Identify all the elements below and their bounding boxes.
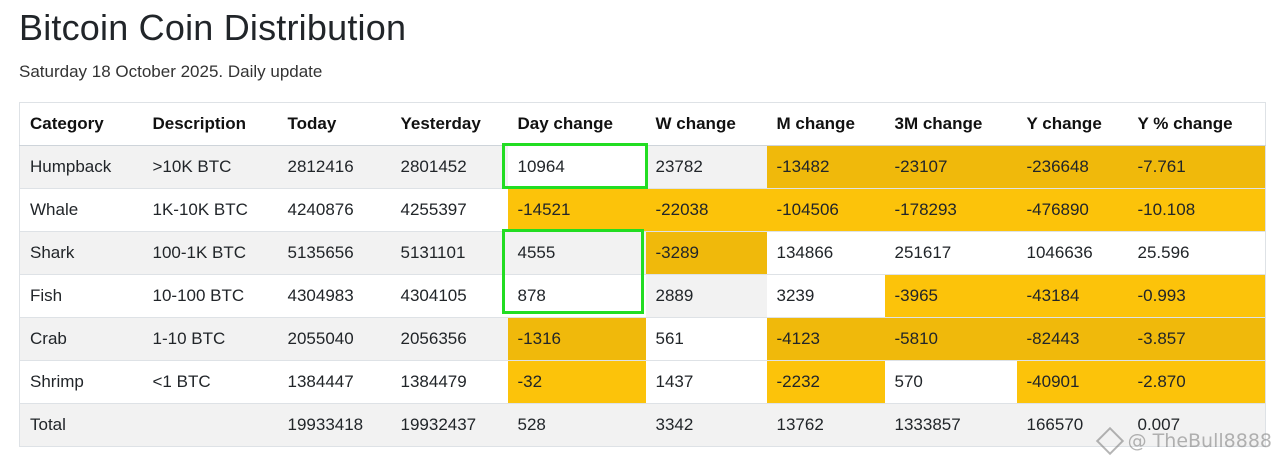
page-subtitle: Saturday 18 October 2025. Daily update xyxy=(19,62,323,81)
page-title: Bitcoin Coin Distribution xyxy=(19,7,407,48)
table-cell: 1-10 BTC xyxy=(142,317,278,361)
table-cell: 5135656 xyxy=(277,231,391,275)
table-cell xyxy=(142,403,278,447)
header-m-change: M change xyxy=(766,102,885,146)
table-cell: <1 BTC xyxy=(142,360,278,404)
table-cell: 251617 xyxy=(884,231,1017,275)
table-cell: 1046636 xyxy=(1016,231,1128,275)
header-today: Today xyxy=(277,102,391,146)
table-cell: 4255397 xyxy=(390,188,508,232)
distribution-table: Category Description Today Yesterday Day… xyxy=(19,102,1266,447)
table-row-whale: Whale 1K-10K BTC 4240876 4255397 -14521 … xyxy=(19,188,1266,232)
table-cell: -4123 xyxy=(766,317,885,361)
table-cell: Crab xyxy=(19,317,143,361)
table-cell: -476890 xyxy=(1016,188,1128,232)
table-cell: 2889 xyxy=(645,274,767,318)
table-cell: -10.108 xyxy=(1127,188,1266,232)
header-day-change: Day change xyxy=(507,102,646,146)
table-cell: 4304983 xyxy=(277,274,391,318)
table-cell: 10-100 BTC xyxy=(142,274,278,318)
table-cell: 25.596 xyxy=(1127,231,1266,275)
table-cell: 134866 xyxy=(766,231,885,275)
table-cell: -22038 xyxy=(645,188,767,232)
table-cell: 2812416 xyxy=(277,145,391,189)
table-row-humpback: Humpback >10K BTC 2812416 2801452 10964 … xyxy=(19,145,1266,189)
table-cell: -2232 xyxy=(766,360,885,404)
table-row-shrimp: Shrimp <1 BTC 1384447 1384479 -32 1437 -… xyxy=(19,360,1266,404)
table-cell: -13482 xyxy=(766,145,885,189)
table-cell: 1437 xyxy=(645,360,767,404)
table-cell: 1K-10K BTC xyxy=(142,188,278,232)
watermark-text: @ TheBull8888 xyxy=(1127,430,1272,452)
table-cell: 100-1K BTC xyxy=(142,231,278,275)
table-cell: 10964 xyxy=(507,145,646,189)
table-cell: -43184 xyxy=(1016,274,1128,318)
table-cell: 23782 xyxy=(645,145,767,189)
table-cell: -82443 xyxy=(1016,317,1128,361)
table-row-total: Total 19933418 19932437 528 3342 13762 1… xyxy=(19,403,1266,447)
diamond-logo-icon xyxy=(1095,426,1124,456)
header-3m-change: 3M change xyxy=(884,102,1017,146)
table-cell: Total xyxy=(19,403,143,447)
table-cell: -23107 xyxy=(884,145,1017,189)
table-cell: -0.993 xyxy=(1127,274,1266,318)
table-cell: Whale xyxy=(19,188,143,232)
table-cell: -1316 xyxy=(507,317,646,361)
table-cell: 4304105 xyxy=(390,274,508,318)
table-cell: -236648 xyxy=(1016,145,1128,189)
table-cell: 1384479 xyxy=(390,360,508,404)
header-y-change: Y change xyxy=(1016,102,1128,146)
table-cell: 4240876 xyxy=(277,188,391,232)
table-cell: -2.870 xyxy=(1127,360,1266,404)
table-cell: 19932437 xyxy=(390,403,508,447)
table-cell: 561 xyxy=(645,317,767,361)
table-cell: 528 xyxy=(507,403,646,447)
table-row-shark: Shark 100-1K BTC 5135656 5131101 4555 -3… xyxy=(19,231,1266,275)
table-cell: 5131101 xyxy=(390,231,508,275)
table-cell: 4555 xyxy=(507,231,646,275)
header-y-pct-change: Y % change xyxy=(1127,102,1266,146)
table-cell: -7.761 xyxy=(1127,145,1266,189)
table-cell: -14521 xyxy=(507,188,646,232)
table-cell: Humpback xyxy=(19,145,143,189)
table-cell: 1333857 xyxy=(884,403,1017,447)
distribution-table-container: Category Description Today Yesterday Day… xyxy=(19,102,1266,447)
table-row-crab: Crab 1-10 BTC 2055040 2056356 -1316 561 … xyxy=(19,317,1266,361)
table-row-fish: Fish 10-100 BTC 4304983 4304105 878 2889… xyxy=(19,274,1266,318)
table-cell: 570 xyxy=(884,360,1017,404)
table-cell: 2055040 xyxy=(277,317,391,361)
header-yesterday: Yesterday xyxy=(390,102,508,146)
table-cell: -5810 xyxy=(884,317,1017,361)
header-description: Description xyxy=(142,102,278,146)
table-cell: 1384447 xyxy=(277,360,391,404)
table-header-row: Category Description Today Yesterday Day… xyxy=(19,102,1266,146)
table-cell: 19933418 xyxy=(277,403,391,447)
table-cell: -3965 xyxy=(884,274,1017,318)
table-cell: -3.857 xyxy=(1127,317,1266,361)
table-cell: 2801452 xyxy=(390,145,508,189)
watermark: @ TheBull8888 xyxy=(1095,426,1272,456)
header-w-change: W change xyxy=(645,102,767,146)
table-cell: -178293 xyxy=(884,188,1017,232)
table-cell: 3239 xyxy=(766,274,885,318)
table-cell: -40901 xyxy=(1016,360,1128,404)
table-cell: 13762 xyxy=(766,403,885,447)
table-cell: Shrimp xyxy=(19,360,143,404)
table-cell: 3342 xyxy=(645,403,767,447)
table-cell: 878 xyxy=(507,274,646,318)
table-cell: -32 xyxy=(507,360,646,404)
table-cell: >10K BTC xyxy=(142,145,278,189)
table-cell: Shark xyxy=(19,231,143,275)
table-cell: -104506 xyxy=(766,188,885,232)
table-cell: Fish xyxy=(19,274,143,318)
header-category: Category xyxy=(19,102,143,146)
table-cell: 2056356 xyxy=(390,317,508,361)
table-cell: -3289 xyxy=(645,231,767,275)
